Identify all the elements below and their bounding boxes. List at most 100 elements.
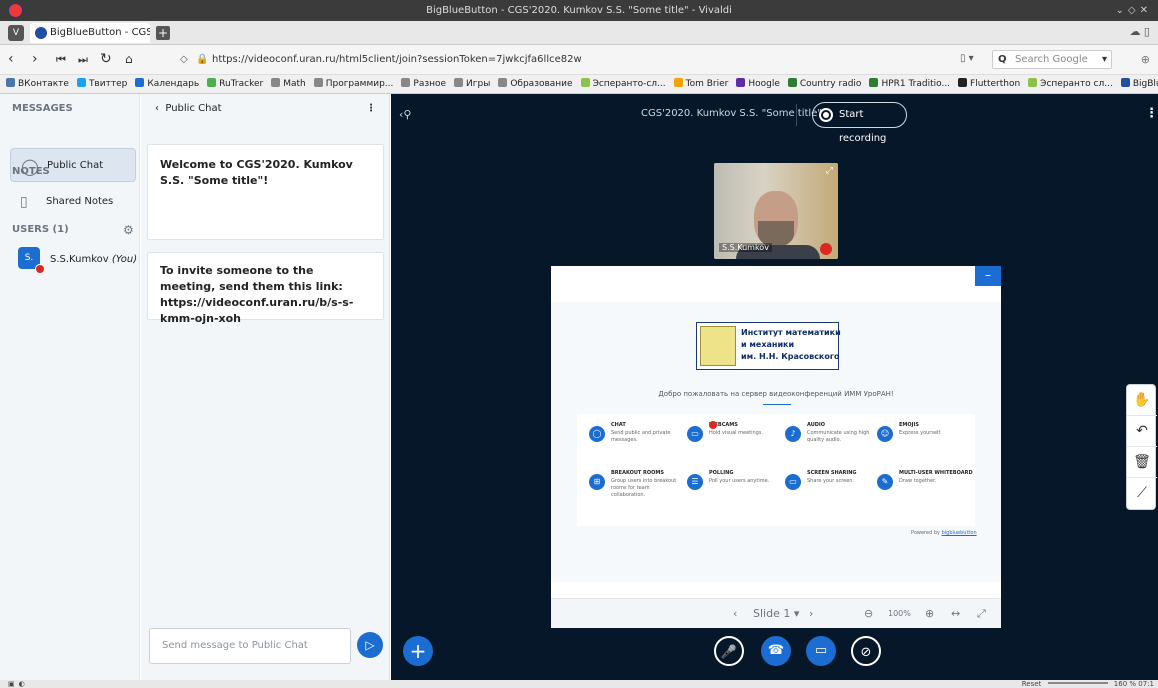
mute-mic-button[interactable]: 🎤 — [714, 636, 744, 666]
search-field[interactable]: Q Search Google ▾ — [992, 50, 1112, 69]
bookmark-favicon-icon — [313, 78, 323, 87]
back-icon[interactable]: ‹ — [8, 51, 14, 67]
user-list-toggle-icon[interactable]: ‹⚲ — [399, 108, 411, 121]
bigbluebutton-link[interactable]: bigbluebutton — [942, 530, 977, 536]
action-bar: + 🎤 ☎ ▭ ⊘ — [391, 634, 1158, 680]
bookmark-item[interactable]: Образование — [498, 75, 573, 93]
reset-zoom-button[interactable]: Reset — [1022, 680, 1042, 688]
bookmark-icon[interactable]: ▯ ▾ — [960, 53, 974, 64]
start-recording-button[interactable]: Start recording — [812, 102, 907, 144]
bookmark-label: Разное — [413, 79, 447, 89]
fullscreen-presentation-icon[interactable]: ⤢ — [977, 607, 986, 621]
forward-icon[interactable]: › — [32, 51, 38, 67]
presentation[interactable]: – Институт математики и механики им. Н.Н… — [551, 266, 1001, 628]
prev-slide-icon[interactable]: ‹ — [733, 607, 737, 620]
new-tab-button[interactable]: + — [156, 26, 170, 40]
bookmark-item[interactable]: Country radio — [787, 75, 861, 93]
fullscreen-icon[interactable]: ⤢ — [826, 166, 833, 176]
shield-icon: ◇ — [180, 54, 188, 65]
whiteboard-toolbar: ✋ ↶ 🗑 ⟋ — [1126, 384, 1157, 510]
bookmark-item[interactable]: Эсперанто сл... — [1028, 75, 1113, 93]
home-icon[interactable]: ⌂ — [125, 52, 133, 66]
actions-plus-button[interactable]: + — [403, 636, 433, 666]
tab-bigbluebutton[interactable]: BigBlueButton - CGS'2020. — [30, 23, 150, 43]
feature-item: ◯ CHAT Send public and private messages. — [589, 422, 685, 462]
record-icon — [819, 108, 833, 122]
feature-icon: ▭ — [785, 474, 801, 490]
bookmark-favicon-icon — [498, 78, 508, 87]
welcome-message: Welcome to CGS'2020. Kumkov S.S. "Some t… — [147, 144, 384, 240]
bookmark-item[interactable]: Tom Brier — [673, 75, 728, 93]
bookmark-item[interactable]: Эсперанто-сл... — [580, 75, 666, 93]
bookmark-label: RuTracker — [219, 79, 264, 89]
undo-icon[interactable]: ↶ — [1127, 416, 1157, 447]
bookmark-item[interactable]: Flutterthon — [958, 75, 1020, 93]
clock: 07:1 — [1138, 680, 1154, 688]
bookmark-item[interactable]: Игры — [454, 75, 490, 93]
extension-icon[interactable]: ⊕ — [1141, 53, 1150, 66]
webcam-name: S.S.Kumkov — [719, 243, 772, 252]
bookmark-label: Math — [283, 79, 306, 89]
feature-icon: ✎ — [877, 474, 893, 490]
chevron-left-icon[interactable]: ‹ — [155, 103, 159, 114]
bookmark-label: Эсперанто сл... — [1040, 79, 1113, 89]
bbb-favicon-icon — [35, 27, 47, 39]
window-title: BigBlueButton - CGS'2020. Kumkov S.S. "S… — [426, 5, 732, 16]
bookmark-item[interactable]: Разное — [401, 75, 447, 93]
tab-cloud-icon[interactable]: ☁ ▯ — [1129, 25, 1150, 38]
user-list-item[interactable]: S. S.S.Kumkov (You) — [12, 244, 138, 276]
bookmark-item[interactable]: Hoogle — [736, 75, 780, 93]
minimize-presentation-button[interactable]: – — [975, 266, 1001, 286]
options-menu-icon[interactable]: ⋮ — [1145, 106, 1158, 121]
multi-user-whiteboard-icon[interactable]: ⟋ — [1127, 478, 1157, 509]
chat-header[interactable]: ‹ Public Chat ⋮ — [141, 94, 390, 124]
divider — [796, 104, 797, 126]
chevron-down-icon[interactable]: ▾ — [1102, 51, 1107, 68]
bookmark-favicon-icon — [1120, 78, 1130, 87]
window-controls[interactable]: ⌄◇✕ — [1116, 0, 1152, 21]
bookmark-item[interactable]: BigBlueButton — [1120, 75, 1158, 93]
hand-tool-icon[interactable]: ✋ — [1127, 385, 1157, 416]
share-webcam-button[interactable]: ▭ — [806, 636, 836, 666]
trash-icon[interactable]: 🗑 — [1127, 447, 1157, 478]
gear-icon[interactable]: ⚙ — [123, 223, 134, 237]
zoom-readout: 160 % — [1113, 680, 1137, 688]
vivaldi-logo-icon[interactable] — [8, 3, 23, 18]
send-icon[interactable]: ▷ — [357, 632, 383, 658]
fit-width-icon[interactable]: ↔ — [951, 607, 960, 620]
slide-select[interactable]: Slide 1 ▾ — [753, 607, 799, 620]
bookmark-item[interactable]: HPR1 Traditio... — [869, 75, 950, 93]
zoom-out-icon[interactable]: ⊖ — [864, 607, 873, 620]
bookmark-item[interactable]: Календарь — [135, 75, 199, 93]
feature-desc: Hold visual meetings. — [709, 430, 764, 436]
chat-input[interactable]: Send message to Public Chat — [149, 628, 351, 664]
share-screen-button[interactable]: ⊘ — [851, 636, 881, 666]
bookmark-favicon-icon — [1028, 78, 1038, 87]
reload-icon[interactable]: ↻ — [100, 51, 112, 67]
meeting-title: CGS'2020. Kumkov S.S. "Some title" — [641, 108, 822, 119]
leave-audio-button[interactable]: ☎ — [761, 636, 791, 666]
panel-toggle-icon[interactable]: ▣◐ — [8, 680, 29, 688]
rewind-icon[interactable]: ⏮ — [56, 53, 66, 67]
bookmark-item[interactable]: RuTracker — [207, 75, 264, 93]
next-slide-icon[interactable]: › — [809, 607, 813, 620]
bookmark-item[interactable]: Твиттер — [76, 75, 127, 93]
institute-logo: Институт математики и механики им. Н.Н. … — [696, 322, 841, 370]
fast-forward-icon[interactable]: ⏭ — [78, 53, 88, 67]
bookmark-item[interactable]: ВКонтакте — [6, 75, 69, 93]
shared-notes-label: Shared Notes — [46, 196, 114, 207]
search-placeholder: Search Google — [1015, 54, 1088, 65]
feature-desc: Poll your users anytime. — [709, 478, 770, 484]
vivaldi-menu-icon[interactable]: V — [8, 25, 24, 41]
zoom-in-icon[interactable]: ⊕ — [925, 607, 934, 620]
feature-icon: ☺ — [877, 426, 893, 442]
bookmark-label: Программир... — [325, 79, 394, 89]
bookmark-item[interactable]: Программир... — [313, 75, 394, 93]
shared-notes-button[interactable]: ▯ Shared Notes — [10, 190, 136, 216]
bookmark-item[interactable]: Math — [271, 75, 306, 93]
webcam-video[interactable]: ⤢ S.S.Kumkov — [714, 163, 838, 259]
feature-desc: Send public and private messages. — [611, 430, 671, 443]
url-field[interactable]: ◇ 🔒 https://videoconf.uran.ru/html5client/… — [180, 50, 900, 70]
chat-options-icon[interactable]: ⋮ — [366, 94, 376, 124]
zoom-slider[interactable] — [1047, 682, 1108, 684]
